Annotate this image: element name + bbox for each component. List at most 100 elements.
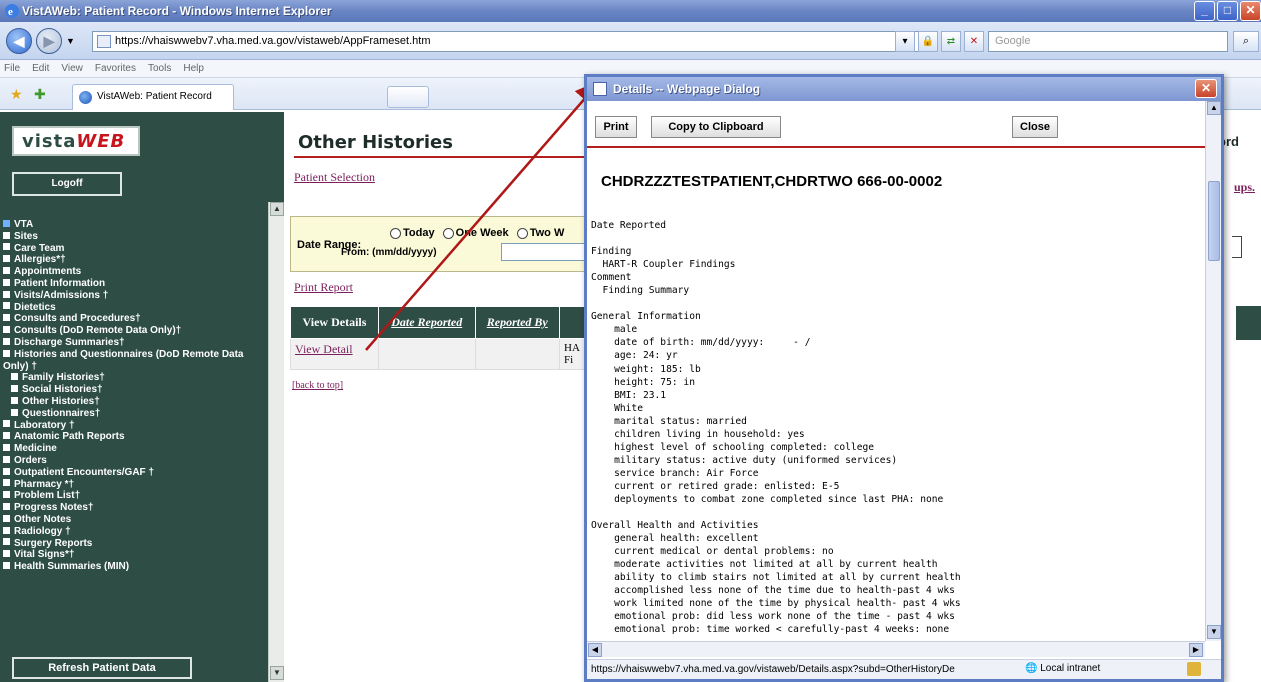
sidebar-item[interactable]: Patient Information	[0, 278, 268, 290]
menu-edit[interactable]: Edit	[32, 63, 49, 77]
refresh-patient-data-button[interactable]: Refresh Patient Data	[12, 657, 192, 679]
sidebar-item[interactable]: Progress Notes†	[0, 502, 268, 514]
col-view-details: View Details	[290, 306, 379, 339]
back-button[interactable]: ◀	[6, 28, 32, 54]
dialog-body: Print Copy to Clipboard Close CHDRZZZTES…	[587, 101, 1205, 641]
scroll-down-icon[interactable]: ▼	[270, 666, 284, 680]
scroll-up-icon[interactable]: ▲	[1207, 101, 1221, 115]
sidebar-item[interactable]: Other Histories†	[0, 396, 268, 408]
sidebar-item-label: Anatomic Path Reports	[14, 431, 125, 443]
dialog-icon	[593, 82, 607, 96]
sidebar-item[interactable]: Radiology †	[0, 526, 268, 538]
search-icon[interactable]: ⌕	[1233, 31, 1259, 52]
new-tab-button[interactable]	[387, 86, 429, 108]
menu-tools[interactable]: Tools	[148, 63, 171, 77]
report-text: Date Reported Finding HART-R Coupler Fin…	[591, 220, 961, 636]
sidebar-item[interactable]: Consults (DoD Remote Data Only)†	[0, 325, 268, 337]
sidebar-item[interactable]: Social Histories†	[0, 384, 268, 396]
sidebar-scrollbar[interactable]: ▲ ▼	[268, 202, 284, 682]
sidebar-item-label: Dietetics	[14, 301, 56, 313]
bullet-icon	[3, 255, 10, 263]
sidebar-item[interactable]: Vital Signs*†	[0, 549, 268, 561]
radio-today[interactable]	[390, 227, 401, 239]
sidebar-item[interactable]: Outpatient Encounters/GAF †	[0, 467, 268, 479]
dialog-close-icon[interactable]: ✕	[1195, 79, 1217, 98]
sidebar-item[interactable]: Health Summaries (MIN)	[0, 561, 268, 573]
sidebar-item[interactable]: Family Histories†	[0, 372, 268, 384]
scroll-right-icon[interactable]: ▶	[1189, 643, 1203, 657]
sidebar-item[interactable]: Laboratory †	[0, 420, 268, 432]
table-row: View Detail HA Fi	[290, 338, 590, 370]
add-favorites-icon[interactable]: ✚	[34, 86, 46, 103]
sidebar-item-label: Family Histories†	[22, 372, 105, 384]
menu-help[interactable]: Help	[183, 63, 204, 77]
col-reported-by[interactable]: Reported By	[474, 306, 560, 339]
lock-icon	[1187, 662, 1201, 676]
sidebar-item[interactable]: Sites	[0, 231, 268, 243]
window-titlebar: e VistAWeb: Patient Record - Windows Int…	[0, 0, 1261, 22]
bullet-icon	[3, 420, 10, 428]
histories-table: View Details Date Reported Reported By V…	[290, 306, 590, 370]
sidebar-item[interactable]: Appointments	[0, 266, 268, 278]
sidebar-item[interactable]: VTA	[0, 219, 268, 231]
address-dropdown-icon[interactable]: ▾	[895, 31, 915, 52]
back-to-top-link[interactable]: [back to top]	[292, 380, 343, 391]
tab-vistaweb[interactable]: VistAWeb: Patient Record	[72, 84, 234, 110]
page-icon	[97, 35, 111, 48]
sidebar-item[interactable]: Allergies*†	[0, 254, 268, 266]
sidebar-item-label: Surgery Reports	[14, 537, 93, 549]
print-button[interactable]: Print	[595, 116, 637, 138]
view-detail-link[interactable]: View Detail	[295, 342, 353, 356]
address-input[interactable]: https://vhaiswwebv7.vha.med.va.gov/vista…	[92, 31, 927, 52]
radio-one-week[interactable]	[442, 227, 454, 239]
dialog-horizontal-scrollbar[interactable]: ◀ ▶	[587, 641, 1205, 657]
sidebar-item-label: VTA	[14, 219, 34, 230]
input-fragment[interactable]	[1232, 236, 1242, 258]
sidebar-item-label: Social Histories†	[22, 384, 103, 396]
refresh-icon[interactable]: ⇄	[941, 31, 961, 52]
sidebar-item[interactable]: Questionnaires†	[0, 408, 268, 420]
sidebar-item[interactable]: Pharmacy *†	[0, 479, 268, 491]
minimize-button[interactable]: _	[1194, 1, 1215, 21]
sidebar-item[interactable]: Consults and Procedures†	[0, 313, 268, 325]
forward-button[interactable]: ▶	[36, 28, 62, 54]
favorites-star-icon[interactable]: ★	[10, 86, 23, 103]
scroll-up-icon[interactable]: ▲	[270, 202, 284, 216]
sidebar-item[interactable]: Other Notes	[0, 514, 268, 526]
menu-favorites[interactable]: Favorites	[95, 63, 136, 77]
sidebar-item[interactable]: Dietetics	[0, 302, 268, 314]
search-input[interactable]: Google	[988, 31, 1228, 52]
dialog-close-button[interactable]: Close	[1012, 116, 1058, 138]
lock-icon[interactable]: 🔒	[918, 31, 938, 52]
maximize-button[interactable]: □	[1217, 1, 1238, 21]
groups-link-fragment[interactable]: ups.	[1234, 180, 1255, 195]
sidebar-item[interactable]: Medicine	[0, 443, 268, 455]
sidebar-item-label: Visits/Admissions †	[14, 289, 109, 301]
patient-selection-link[interactable]: Patient Selection	[294, 170, 375, 185]
sidebar-item[interactable]: Discharge Summaries†	[0, 337, 268, 349]
print-report-link[interactable]: Print Report	[294, 280, 353, 295]
close-window-button[interactable]: ✕	[1240, 1, 1261, 21]
sidebar-item[interactable]: Anatomic Path Reports	[0, 431, 268, 443]
radio-two-weeks[interactable]	[516, 227, 528, 239]
stop-icon[interactable]: ✕	[964, 31, 984, 52]
scroll-down-icon[interactable]: ▼	[1207, 625, 1221, 639]
dialog-vertical-scrollbar[interactable]: ▲ ▼	[1205, 101, 1221, 641]
sidebar-item[interactable]: Visits/Admissions †	[0, 290, 268, 302]
bullet-icon	[3, 326, 10, 334]
sidebar-item[interactable]: Histories and Questionnaires (DoD Remote…	[0, 349, 268, 373]
menu-file[interactable]: File	[4, 63, 20, 77]
sidebar-item[interactable]: Care Team	[0, 243, 268, 255]
logoff-button[interactable]: Logoff	[12, 172, 122, 196]
sidebar-item[interactable]: Orders	[0, 455, 268, 467]
sidebar-item[interactable]: Problem List†	[0, 490, 268, 502]
scroll-left-icon[interactable]: ◀	[588, 643, 602, 657]
scroll-thumb[interactable]	[1208, 181, 1220, 261]
menu-view[interactable]: View	[61, 63, 83, 77]
bullet-icon	[3, 302, 10, 310]
history-dropdown-icon[interactable]: ▼	[66, 36, 75, 46]
sidebar-item[interactable]: Surgery Reports	[0, 538, 268, 550]
from-date-input[interactable]	[501, 243, 591, 261]
copy-to-clipboard-button[interactable]: Copy to Clipboard	[651, 116, 781, 138]
col-date-reported[interactable]: Date Reported	[377, 306, 476, 339]
